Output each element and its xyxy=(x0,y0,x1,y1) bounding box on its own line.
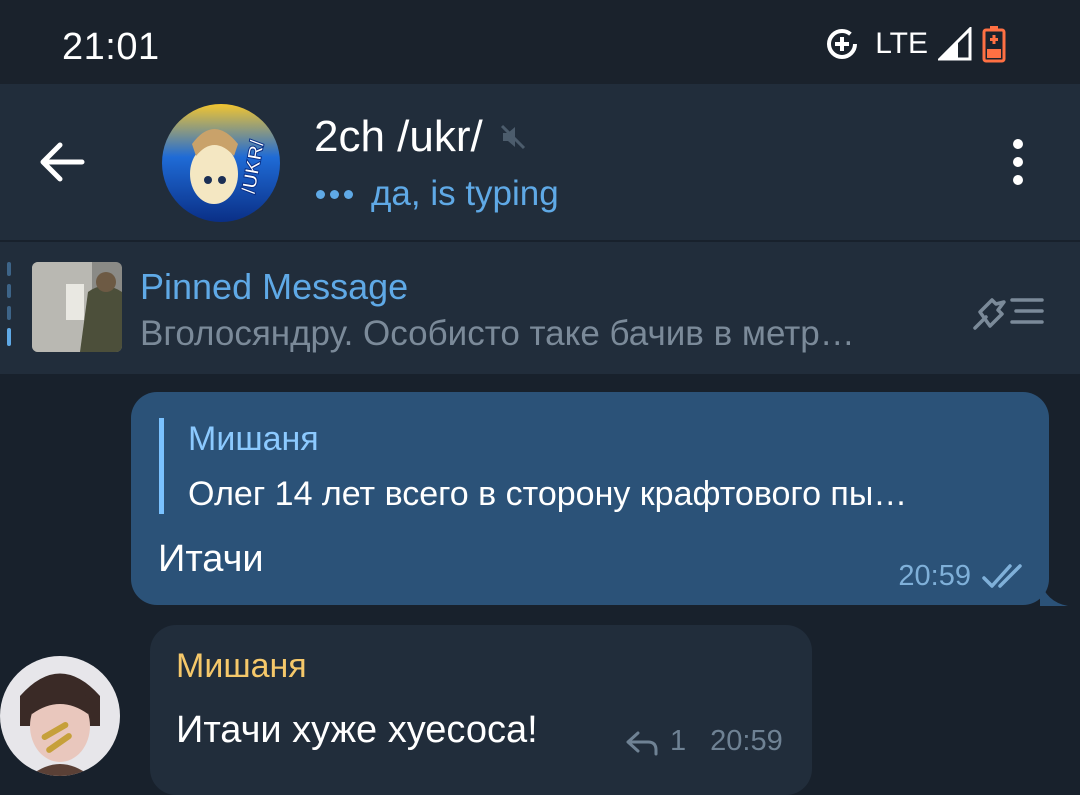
back-arrow-icon[interactable] xyxy=(36,136,88,188)
sender-avatar[interactable] xyxy=(0,656,120,776)
data-saver-icon xyxy=(827,29,858,59)
chat-title: 2ch /ukr/ xyxy=(314,112,483,161)
chat-header: /UKR/ 2ch /ukr/ да, is typing xyxy=(0,84,1080,240)
message-meta: 1 20:59 xyxy=(624,725,783,758)
outgoing-message[interactable]: Мишаня Олег 14 лет всего в сторону крафт… xyxy=(131,392,1049,605)
pinned-message-bar[interactable]: Pinned Message Вголосяндру. Особисто так… xyxy=(0,242,1080,374)
pinned-text: Вголосяндру. Особисто таке бачив в метр… xyxy=(140,314,855,353)
incoming-message[interactable]: Мишаня Итачи хуже хуесоса! 1 20:59 xyxy=(150,625,812,795)
pinned-list-icon[interactable] xyxy=(970,290,1046,332)
pinned-thumbnail xyxy=(32,262,122,352)
typing-text: да, is typing xyxy=(371,174,559,213)
more-menu-icon[interactable] xyxy=(1008,136,1028,188)
reply-icon[interactable] xyxy=(624,727,660,757)
message-text: Итачи xyxy=(158,538,264,580)
reply-preview[interactable]: Мишаня Олег 14 лет всего в сторону крафт… xyxy=(159,418,907,514)
battery-low-icon xyxy=(982,26,1006,63)
reply-text: Олег 14 лет всего в сторону крафтового п… xyxy=(188,475,908,513)
typing-status: да, is typing xyxy=(316,174,559,214)
signal-icon xyxy=(938,27,972,61)
reply-count: 1 xyxy=(670,725,687,757)
message-text: Итачи хуже хуесоса! xyxy=(176,709,538,751)
message-time: 20:59 xyxy=(898,560,971,592)
network-type: LTE xyxy=(875,27,928,60)
message-time: 20:59 xyxy=(710,725,783,757)
status-bar: 21:01 LTE xyxy=(0,0,1080,84)
pinned-title: Pinned Message xyxy=(140,266,409,307)
chat-avatar[interactable]: /UKR/ xyxy=(162,104,280,222)
muted-icon xyxy=(500,124,525,150)
bubble-tail xyxy=(1040,580,1068,606)
chat-title-row[interactable]: 2ch /ukr/ xyxy=(314,112,527,162)
status-icons: LTE xyxy=(825,24,1006,64)
read-checkmarks-icon xyxy=(982,564,1022,588)
reply-sender-name: Мишаня xyxy=(188,420,319,458)
pinned-indicator xyxy=(7,262,11,352)
sender-name[interactable]: Мишаня xyxy=(176,647,307,686)
status-time: 21:01 xyxy=(62,26,160,68)
typing-dots-icon xyxy=(316,189,353,199)
